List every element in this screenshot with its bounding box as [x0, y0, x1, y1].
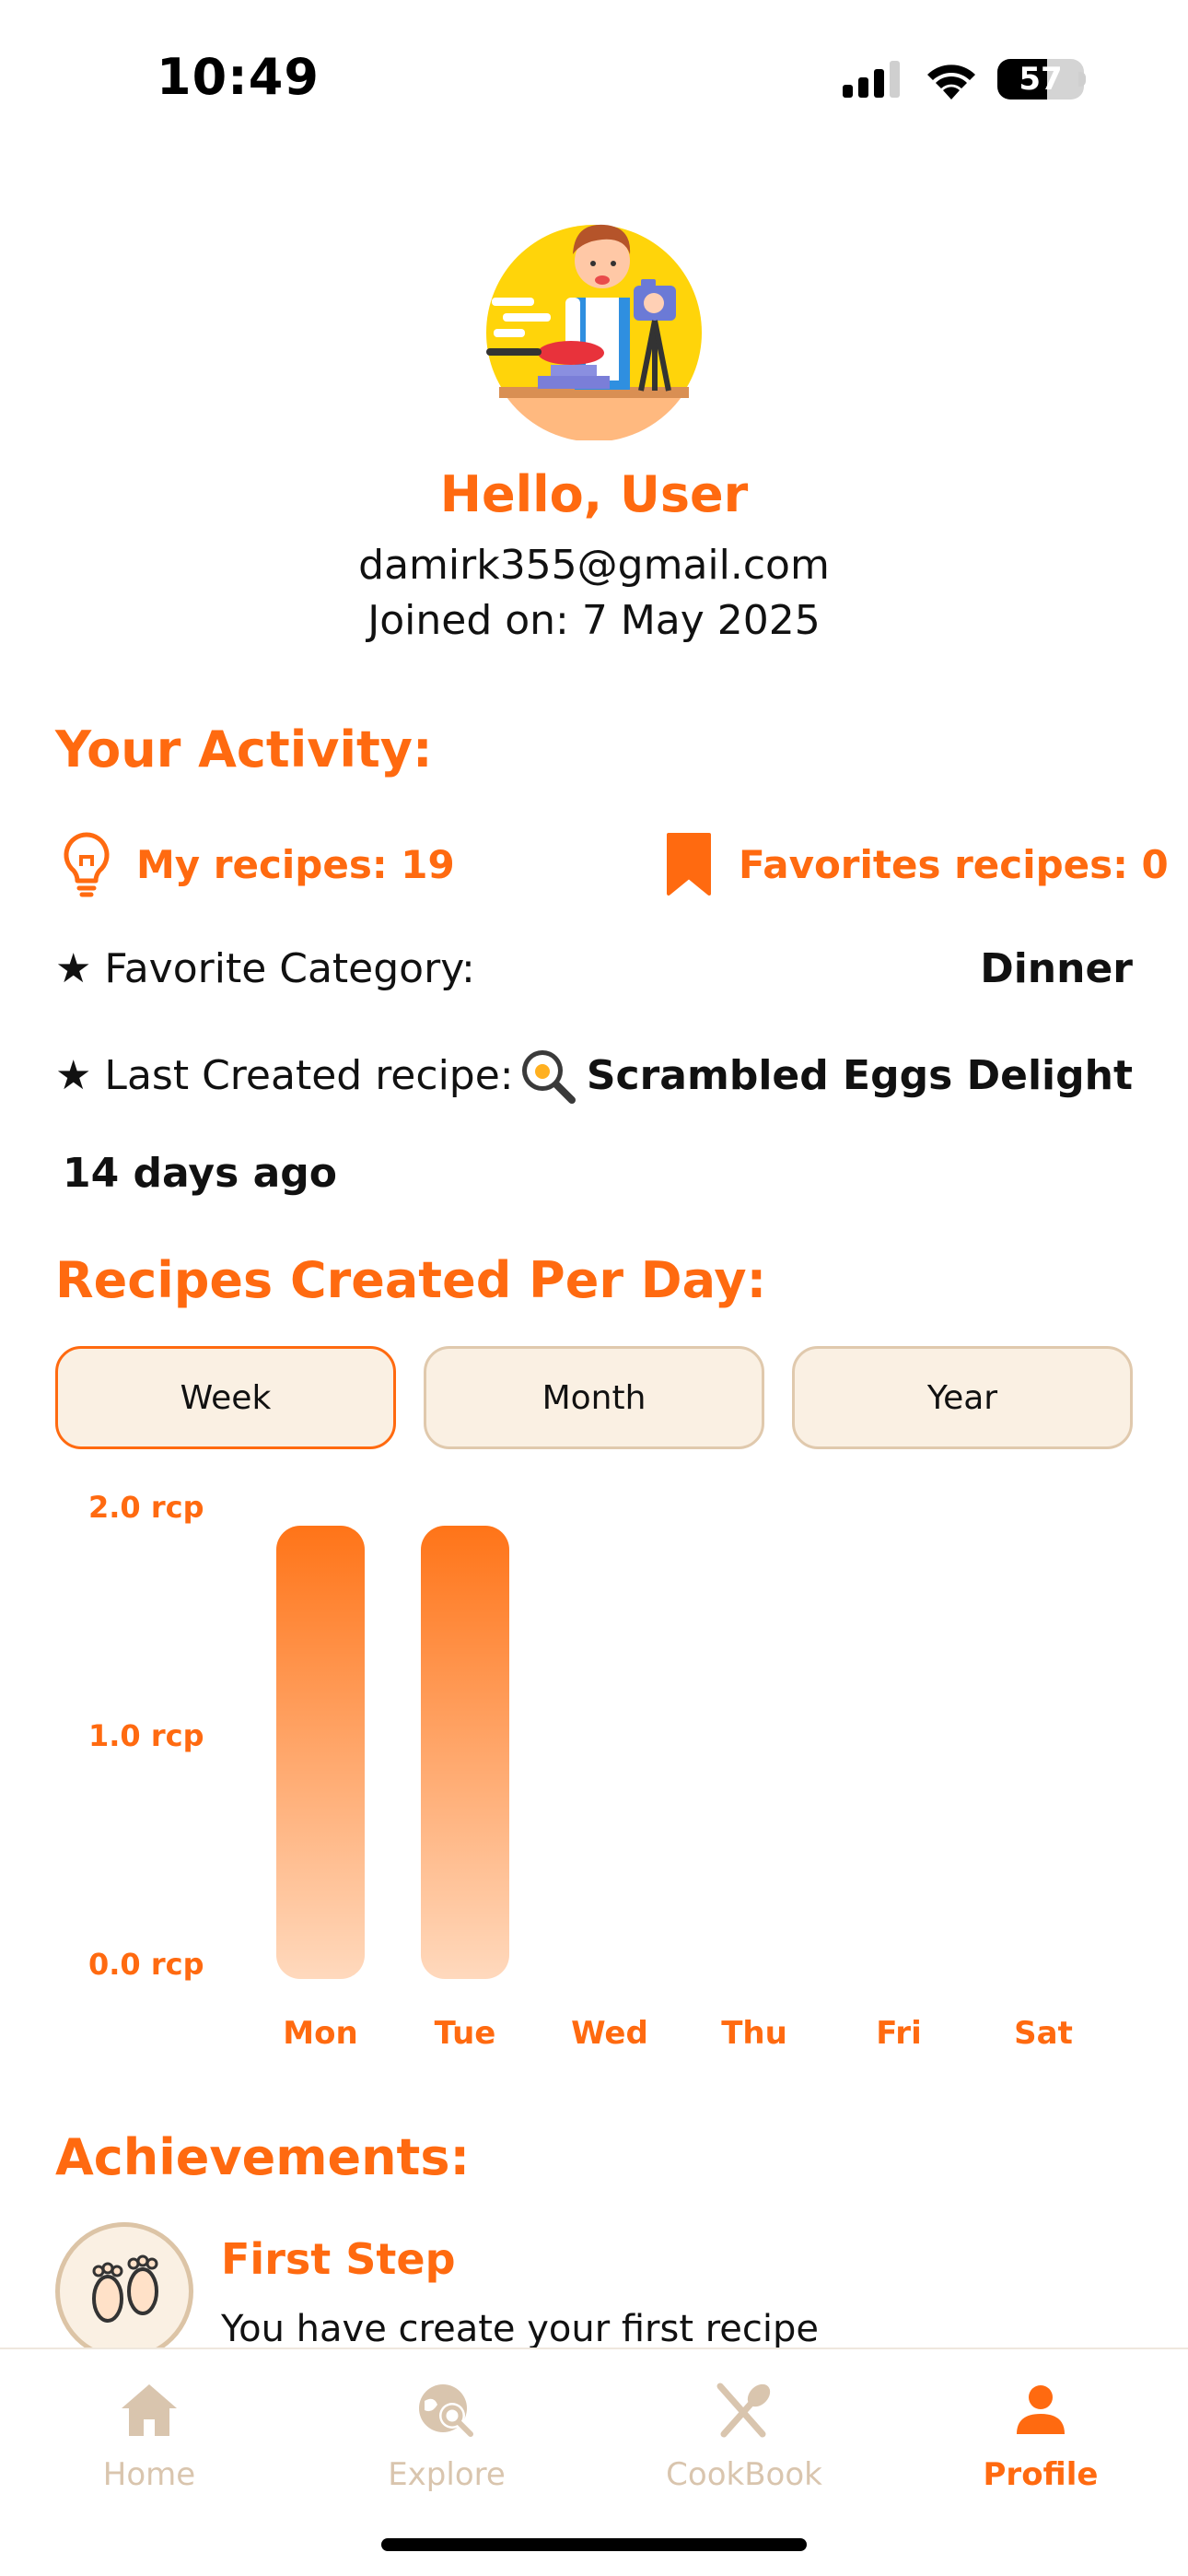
- chart-title: Recipes Created Per Day:: [55, 1251, 767, 1309]
- profile-icon: [1017, 2385, 1065, 2434]
- activity-title: Your Activity:: [55, 720, 433, 779]
- tab-explore[interactable]: Explore: [336, 2377, 557, 2524]
- status-bar: 10:49 57: [0, 0, 1188, 157]
- last-created-value: Scrambled Eggs Delight: [586, 1051, 1133, 1099]
- tab-profile-label: Profile: [983, 2456, 1099, 2493]
- cookbook-icon: [716, 2383, 771, 2438]
- last-created-label: ★ Last Created recipe:: [55, 1051, 514, 1099]
- x-tick-label: Mon: [283, 2015, 357, 2052]
- greeting-title: Hello, User: [439, 465, 749, 523]
- home-icon: [122, 2384, 177, 2436]
- cellular-signal-icon: [843, 61, 900, 98]
- chart-bar-mon: [276, 1526, 365, 1979]
- tab-profile[interactable]: Profile: [930, 2377, 1151, 2524]
- tab-year[interactable]: Year: [792, 1346, 1133, 1449]
- battery-icon: 57: [997, 59, 1084, 100]
- favorites-count: Favorites recipes: 0: [739, 841, 1169, 887]
- achievement-title: First Step: [221, 2234, 456, 2284]
- x-tick-label: Tue: [435, 2015, 496, 2052]
- achievement-badge[interactable]: [55, 2222, 193, 2360]
- bookmark-icon: [667, 833, 711, 896]
- tab-home[interactable]: Home: [39, 2377, 260, 2524]
- tab-cookbook[interactable]: CookBook: [634, 2377, 855, 2524]
- x-tick-label: Wed: [571, 2015, 648, 2052]
- favorite-category-value: Dinner: [980, 944, 1133, 992]
- tab-cookbook-label: CookBook: [666, 2456, 822, 2493]
- favorites-stat[interactable]: Favorites recipes: 0: [663, 831, 1169, 897]
- tab-home-label: Home: [102, 2456, 196, 2493]
- home-indicator: [381, 2538, 807, 2551]
- wifi-icon: [927, 64, 975, 100]
- lightbulb-icon: [64, 832, 110, 897]
- last-created-recipe[interactable]: Scrambled Eggs Delight: [518, 1047, 1133, 1104]
- battery-tip: [1078, 72, 1086, 87]
- footprints-icon: [92, 2254, 158, 2323]
- achievement-description: You have create your first recipe: [221, 2308, 820, 2350]
- tab-month[interactable]: Month: [424, 1346, 764, 1449]
- achievements-title: Achievements:: [55, 2128, 471, 2186]
- my-recipes-count: My recipes: 19: [136, 841, 455, 887]
- status-time: 10:49: [157, 48, 320, 106]
- favorite-category-label: ★ Favorite Category:: [55, 944, 475, 992]
- chart-bar-tue: [421, 1526, 509, 1979]
- chef-avatar[interactable]: [486, 210, 702, 440]
- favorite-category-row: ★ Favorite Category: Dinner: [55, 936, 1133, 1001]
- battery-level: 57: [1019, 61, 1063, 98]
- x-tick-label: Fri: [876, 2015, 921, 2052]
- tab-week[interactable]: Week: [55, 1346, 396, 1449]
- explore-icon: [419, 2384, 473, 2437]
- recipes-bar-chart: Mon Tue Wed Thu Fri Sat: [276, 1526, 1073, 2052]
- user-email: damirk355@gmail.com: [358, 542, 830, 589]
- my-recipes-stat[interactable]: My recipes: 19: [61, 831, 455, 897]
- frying-pan-icon: [521, 1050, 576, 1104]
- last-created-ago: 14 days ago: [63, 1150, 337, 1197]
- joined-date: Joined on: 7 May 2025: [367, 597, 821, 644]
- last-created-row: ★ Last Created recipe: Scrambled Eggs De…: [55, 1043, 1133, 1107]
- tab-explore-label: Explore: [388, 2456, 506, 2493]
- x-tick-label: Thu: [721, 2015, 787, 2052]
- x-tick-label: Sat: [1014, 2015, 1073, 2052]
